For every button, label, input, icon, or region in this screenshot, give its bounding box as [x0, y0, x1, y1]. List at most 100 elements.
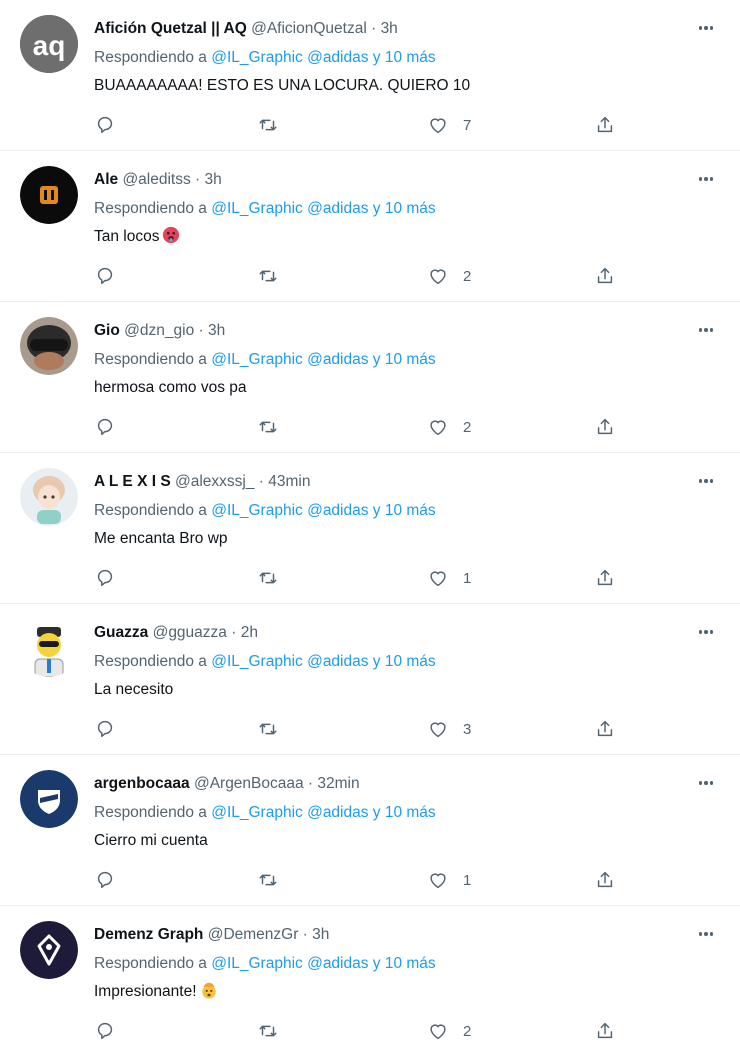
like-button[interactable]: 1 [427, 565, 471, 591]
retweet-button[interactable] [257, 112, 279, 138]
reply-tweet[interactable]: argenbocaaa @ArgenBocaaa · 32min Respond… [0, 755, 740, 906]
heart-icon [430, 420, 446, 436]
avatar[interactable] [20, 317, 78, 375]
heart-icon [430, 571, 446, 587]
reply-tweet[interactable]: Guazza @gguazza · 2h Respondiendo a @IL_… [0, 604, 740, 755]
reply-button[interactable] [94, 112, 116, 138]
reply-tweet[interactable]: Demenz Graph @DemenzGr · 3h Respondiendo… [0, 906, 740, 1057]
handle[interactable]: @ArgenBocaaa [194, 775, 304, 792]
like-count: 2 [463, 267, 472, 285]
replying-to: Respondiendo a @IL_Graphic @adidas y 10 … [94, 651, 436, 673]
like-button[interactable]: 3 [427, 716, 471, 742]
timestamp[interactable]: 3h [381, 20, 398, 37]
share-button[interactable] [594, 263, 616, 289]
display-name[interactable]: Ale [94, 171, 118, 188]
retweet-icon [259, 723, 277, 735]
tweet-text-content: hermosa como vos pa [94, 379, 247, 396]
more-options-icon[interactable] [696, 622, 716, 642]
tweet-text: Tan locos [94, 226, 180, 248]
tweet-text-content: Impresionante! [94, 983, 197, 1000]
handle[interactable]: @dzn_gio [124, 322, 194, 339]
share-button[interactable] [594, 565, 616, 591]
avatar[interactable]: aq [20, 15, 78, 73]
timestamp[interactable]: 3h [208, 322, 225, 339]
handle[interactable]: @gguazza [153, 624, 227, 641]
display-name[interactable]: Gio [94, 322, 120, 339]
replying-to-label: Respondiendo a [94, 49, 207, 66]
mention-link[interactable]: @IL_Graphic @adidas y 10 más [211, 200, 435, 217]
replying-to: Respondiendo a @IL_Graphic @adidas y 10 … [94, 349, 436, 371]
tweet-text: Me encanta Bro wp [94, 528, 228, 550]
display-name[interactable]: Demenz Graph [94, 926, 203, 943]
timestamp[interactable]: 2h [241, 624, 258, 641]
more-options-icon[interactable] [696, 773, 716, 793]
avatar[interactable] [20, 166, 78, 224]
share-button[interactable] [594, 112, 616, 138]
more-options-icon[interactable] [696, 169, 716, 189]
tweet-text: Cierro mi cuenta [94, 830, 208, 852]
reply-button[interactable] [94, 565, 116, 591]
handle[interactable]: @alexxssj_ [175, 473, 254, 490]
display-name[interactable]: Guazza [94, 624, 148, 641]
retweet-button[interactable] [257, 565, 279, 591]
replying-to-label: Respondiendo a [94, 351, 207, 368]
handle[interactable]: @aleditss [122, 171, 190, 188]
display-name[interactable]: A L E X I S [94, 473, 171, 490]
retweet-button[interactable] [257, 716, 279, 742]
timestamp[interactable]: 3h [312, 926, 329, 943]
like-button[interactable]: 2 [427, 263, 471, 289]
more-options-icon[interactable] [696, 18, 716, 38]
share-button[interactable] [594, 1018, 616, 1044]
like-count: 7 [463, 116, 472, 134]
mention-link[interactable]: @IL_Graphic @adidas y 10 más [211, 653, 435, 670]
mention-link[interactable]: @IL_Graphic @adidas y 10 más [211, 955, 435, 972]
replies-feed: aq Afición Quetzal || AQ @AficionQuetzal… [0, 0, 740, 1059]
timestamp[interactable]: 32min [317, 775, 359, 792]
avatar[interactable] [20, 619, 78, 677]
more-options-icon[interactable] [696, 924, 716, 944]
reply-tweet[interactable]: aq Afición Quetzal || AQ @AficionQuetzal… [0, 0, 740, 151]
timestamp[interactable]: 3h [205, 171, 222, 188]
share-icon [597, 116, 613, 133]
like-button[interactable]: 7 [427, 112, 471, 138]
share-button[interactable] [594, 414, 616, 440]
retweet-button[interactable] [257, 1018, 279, 1044]
tweet-text: La necesito [94, 679, 173, 701]
like-button[interactable]: 1 [427, 867, 471, 893]
reply-button[interactable] [94, 1018, 116, 1044]
mention-link[interactable]: @IL_Graphic @adidas y 10 más [211, 49, 435, 66]
reply-button[interactable] [94, 716, 116, 742]
reply-button[interactable] [94, 263, 116, 289]
anime-character-icon [20, 468, 78, 526]
avatar[interactable] [20, 921, 78, 979]
display-name[interactable]: Afición Quetzal || AQ [94, 20, 247, 37]
mention-link[interactable]: @IL_Graphic @adidas y 10 más [211, 351, 435, 368]
more-options-icon[interactable] [696, 471, 716, 491]
reply-tweet[interactable]: Gio @dzn_gio · 3h Respondiendo a @IL_Gra… [0, 302, 740, 453]
avatar[interactable] [20, 770, 78, 828]
action-bar: 2 [94, 263, 624, 289]
replying-to-label: Respondiendo a [94, 804, 207, 821]
share-button[interactable] [594, 716, 616, 742]
retweet-button[interactable] [257, 263, 279, 289]
share-button[interactable] [594, 867, 616, 893]
handle[interactable]: @DemenzGr [208, 926, 299, 943]
mention-link[interactable]: @IL_Graphic @adidas y 10 más [211, 804, 435, 821]
reply-button[interactable] [94, 867, 116, 893]
reply-tweet[interactable]: Ale @aleditss · 3h Respondiendo a @IL_Gr… [0, 151, 740, 302]
mention-link[interactable]: @IL_Graphic @adidas y 10 más [211, 502, 435, 519]
avatar[interactable] [20, 468, 78, 526]
retweet-button[interactable] [257, 867, 279, 893]
retweet-button[interactable] [257, 414, 279, 440]
handle[interactable]: @AficionQuetzal [251, 20, 367, 37]
reply-tweet[interactable]: A L E X I S @alexxssj_ · 43min Respondie… [0, 453, 740, 604]
action-bar: 1 [94, 565, 624, 591]
like-button[interactable]: 2 [427, 1018, 471, 1044]
like-button[interactable]: 2 [427, 414, 471, 440]
like-count: 2 [463, 1022, 472, 1040]
share-icon [597, 871, 613, 888]
reply-button[interactable] [94, 414, 116, 440]
more-options-icon[interactable] [696, 320, 716, 340]
timestamp[interactable]: 43min [268, 473, 310, 490]
display-name[interactable]: argenbocaaa [94, 775, 190, 792]
